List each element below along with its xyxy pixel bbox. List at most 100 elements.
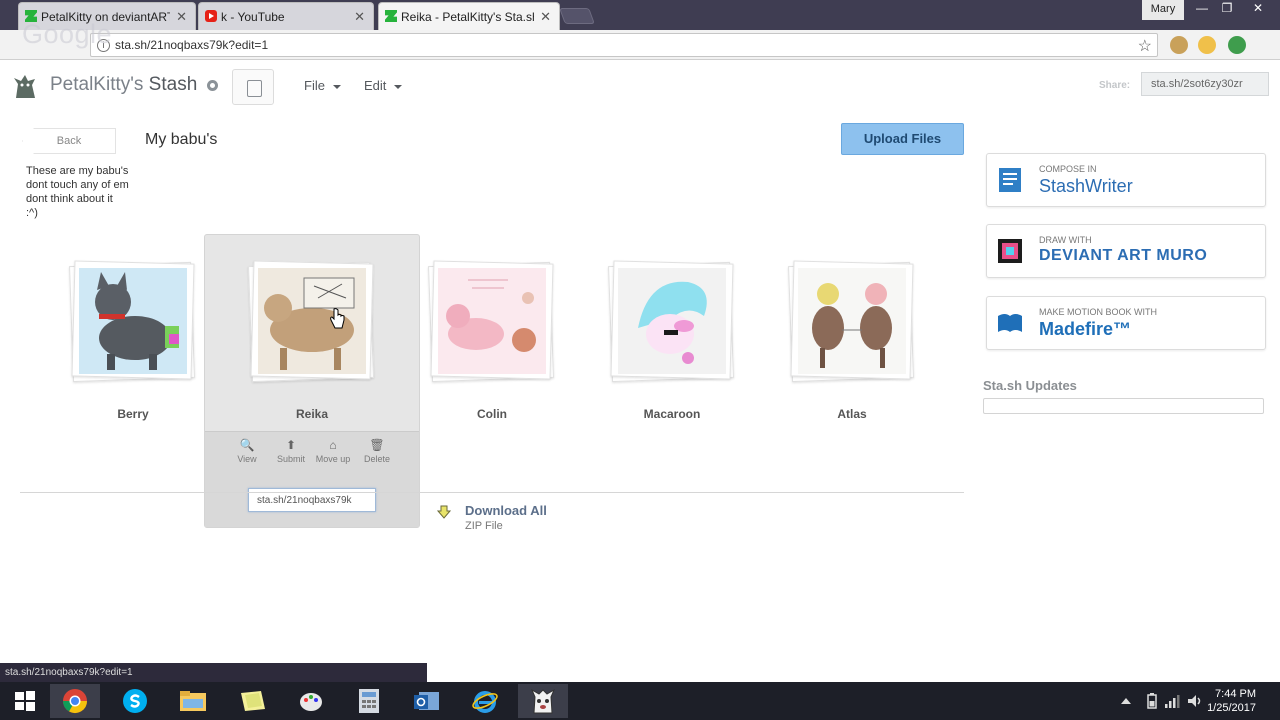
download-arrow-icon[interactable] bbox=[437, 505, 451, 519]
download-all-link[interactable]: Download All bbox=[465, 503, 547, 518]
minimize-button[interactable]: — bbox=[1188, 0, 1216, 18]
deviantart-icon bbox=[25, 10, 37, 22]
thumbnail-macaroon[interactable] bbox=[608, 260, 734, 383]
taskbar-notes[interactable] bbox=[228, 684, 278, 718]
back-button[interactable]: Back bbox=[22, 128, 116, 154]
taskbar-outlook[interactable] bbox=[402, 684, 452, 718]
windows-taskbar: 7:44 PM 1/25/2017 bbox=[0, 682, 1280, 720]
folder-description[interactable]: These are my babu's dont touch any of em… bbox=[26, 164, 156, 220]
tab-title: Reika - PetalKitty's Sta.sh bbox=[401, 9, 535, 24]
chevron-up-icon[interactable] bbox=[1120, 696, 1132, 706]
internet-explorer-icon bbox=[472, 691, 498, 713]
taskbar-chrome[interactable] bbox=[50, 684, 100, 718]
tab-title: k - YouTube bbox=[221, 9, 285, 24]
thumbnail-colin[interactable] bbox=[428, 260, 554, 383]
promo-caption: MAKE MOTION BOOK WITH bbox=[1039, 307, 1158, 317]
mascot-icon bbox=[14, 75, 35, 98]
brand-title[interactable]: PetalKitty's Stash bbox=[50, 74, 197, 96]
artwork-image bbox=[798, 268, 906, 374]
folder-icon bbox=[180, 691, 206, 711]
chrome-icon bbox=[62, 689, 87, 714]
taskbar-internet-explorer[interactable] bbox=[460, 684, 510, 718]
file-menu[interactable]: File bbox=[304, 78, 341, 93]
close-window-button[interactable]: ✕ bbox=[1244, 0, 1272, 18]
content-divider bbox=[20, 492, 964, 493]
item-label-berry[interactable]: Berry bbox=[71, 407, 195, 421]
skype-icon bbox=[123, 689, 147, 713]
stashwriter-icon bbox=[999, 168, 1021, 192]
taskbar-calculator[interactable] bbox=[344, 684, 394, 718]
action-label: View bbox=[237, 454, 257, 464]
emoji-extension-icon[interactable] bbox=[1198, 36, 1216, 54]
item-label-atlas[interactable]: Atlas bbox=[790, 407, 914, 421]
promo-title: DEVIANT ART MURO bbox=[1039, 247, 1208, 264]
brand-product: Stash bbox=[148, 74, 198, 95]
status-bar-url: sta.sh/21noqbaxs79k?edit=1 bbox=[0, 663, 427, 682]
trash-icon: 🗑 bbox=[369, 438, 385, 452]
restore-button[interactable]: ❐ bbox=[1213, 0, 1241, 18]
promo-caption: COMPOSE IN bbox=[1039, 164, 1097, 174]
thumbnail-reika[interactable] bbox=[248, 260, 374, 383]
info-icon[interactable]: i bbox=[97, 39, 110, 52]
close-icon[interactable]: ✕ bbox=[354, 9, 365, 25]
artwork-image bbox=[438, 268, 546, 374]
action-label: Submit bbox=[276, 454, 305, 464]
clock-time: 7:44 PM bbox=[1215, 688, 1256, 700]
battery-icon[interactable] bbox=[1146, 693, 1158, 709]
share-url-field[interactable]: sta.sh/2sot6zy30zr bbox=[1141, 72, 1269, 96]
extension-icon[interactable] bbox=[1170, 36, 1188, 54]
browser-tab-strip: PetalKitty on deviantART ✕ k - YouTube ✕… bbox=[0, 0, 1280, 30]
volume-icon[interactable] bbox=[1187, 693, 1203, 709]
updates-heading: Sta.sh Updates bbox=[983, 378, 1077, 393]
new-folder-button[interactable] bbox=[232, 69, 274, 105]
item-label-reika[interactable]: Reika bbox=[250, 407, 374, 421]
browser-toolbar: i ☆ bbox=[0, 30, 1280, 60]
action-label: Delete bbox=[363, 454, 390, 464]
extension-icon[interactable] bbox=[1228, 36, 1246, 54]
house-arrow-icon: ⌂ bbox=[329, 438, 337, 452]
item-label-macaroon[interactable]: Macaroon bbox=[610, 407, 734, 421]
close-icon[interactable]: ✕ bbox=[540, 9, 551, 25]
profile-name[interactable]: Mary bbox=[1142, 0, 1184, 20]
download-format: ZIP File bbox=[465, 520, 503, 532]
status-dot-icon[interactable] bbox=[207, 80, 218, 91]
thumbnail-berry[interactable] bbox=[69, 260, 195, 383]
browser-tab-stash[interactable]: Reika - PetalKitty's Sta.sh ✕ bbox=[378, 2, 560, 30]
submit-action[interactable]: ⬆ Submit bbox=[269, 439, 313, 465]
hand-cursor-icon bbox=[330, 308, 345, 329]
edit-menu[interactable]: Edit bbox=[364, 78, 402, 93]
browser-tab-youtube[interactable]: k - YouTube ✕ bbox=[198, 2, 374, 30]
view-action[interactable]: 🔍 View bbox=[225, 439, 269, 465]
new-tab-button[interactable] bbox=[559, 8, 595, 24]
star-icon[interactable]: ☆ bbox=[1138, 36, 1152, 56]
system-clock[interactable]: 7:44 PM 1/25/2017 bbox=[1207, 687, 1256, 715]
taskbar-skype[interactable] bbox=[110, 684, 160, 718]
close-icon[interactable]: ✕ bbox=[176, 9, 187, 25]
taskbar-file-explorer[interactable] bbox=[168, 684, 218, 718]
youtube-icon bbox=[205, 10, 217, 22]
address-bar[interactable]: i ☆ bbox=[90, 33, 1158, 57]
item-action-bar: 🔍 View ⬆ Submit ⌂ Move up 🗑 Delete bbox=[205, 431, 419, 527]
taskbar-app[interactable] bbox=[518, 684, 568, 718]
item-label-colin[interactable]: Colin bbox=[430, 407, 554, 421]
action-label: Move up bbox=[315, 454, 351, 464]
url-input[interactable] bbox=[115, 37, 1115, 53]
browser-tab-deviantart[interactable]: PetalKitty on deviantART ✕ bbox=[18, 2, 196, 30]
stash-header: PetalKitty's Stash File Edit Share: sta.… bbox=[0, 61, 1280, 111]
delete-action[interactable]: 🗑 Delete bbox=[355, 438, 399, 465]
promo-title: Madefire™ bbox=[1039, 319, 1132, 339]
network-icon[interactable] bbox=[1164, 693, 1180, 709]
muro-icon bbox=[998, 239, 1022, 263]
upload-files-button[interactable]: Upload Files bbox=[841, 123, 964, 155]
madefire-promo[interactable]: MAKE MOTION BOOK WITH Madefire™ bbox=[986, 296, 1266, 350]
mail-icon bbox=[414, 692, 439, 710]
taskbar-paint[interactable] bbox=[286, 684, 336, 718]
thumbnail-atlas[interactable] bbox=[788, 260, 914, 383]
muro-promo[interactable]: DRAW WITH DEVIANT ART MURO bbox=[986, 224, 1266, 278]
move-up-action[interactable]: ⌂ Move up bbox=[311, 438, 355, 465]
artwork-image bbox=[258, 268, 366, 374]
stashwriter-promo[interactable]: COMPOSE IN StashWriter bbox=[986, 153, 1266, 207]
mascot-app-icon bbox=[530, 688, 556, 714]
folder-title[interactable]: My babu's bbox=[145, 131, 217, 149]
start-button[interactable] bbox=[0, 684, 50, 718]
